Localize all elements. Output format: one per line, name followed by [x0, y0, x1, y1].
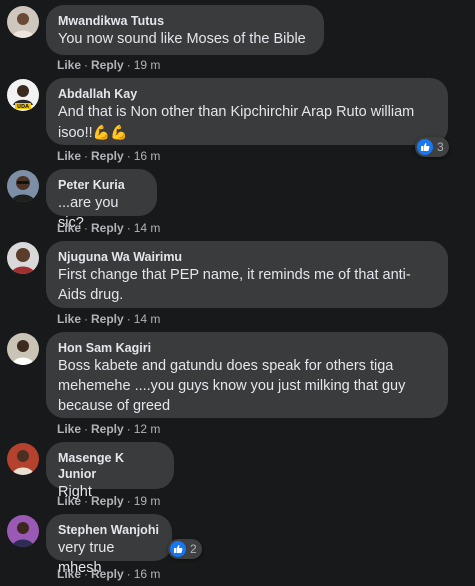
comment-author[interactable]: Hon Sam Kagiri	[58, 340, 436, 356]
reply-button[interactable]: Reply	[91, 422, 124, 436]
comment-bubble: Njuguna Wa Wairimu First change that PEP…	[46, 241, 448, 308]
separator: ·	[126, 494, 131, 508]
comment-author[interactable]: Masenge K Junior	[58, 450, 162, 482]
reply-button[interactable]: Reply	[91, 221, 124, 235]
avatar-badge: UDA	[17, 104, 29, 110]
separator: ·	[126, 221, 131, 235]
separator: ·	[126, 58, 131, 72]
comment-bubble: Mwandikwa Tutus You now sound like Moses…	[46, 5, 324, 55]
thumbs-up-icon	[170, 541, 186, 557]
like-button[interactable]: Like	[57, 58, 81, 72]
like-button[interactable]: Like	[57, 149, 81, 163]
avatar[interactable]	[7, 515, 39, 547]
avatar[interactable]	[7, 170, 39, 202]
comment-bubble: Masenge K Junior Right	[46, 442, 174, 500]
flexed-biceps-emoji: 💪💪	[92, 124, 128, 140]
comment-author[interactable]: Njuguna Wa Wairimu	[58, 249, 436, 265]
comment-timestamp[interactable]: 19 m	[134, 494, 161, 508]
separator: ·	[84, 221, 89, 235]
comment-text: You now sound like Moses of the Bible	[58, 31, 306, 47]
comment-timestamp[interactable]: 16 m	[134, 567, 161, 581]
separator: ·	[84, 312, 89, 326]
reply-button[interactable]: Reply	[91, 494, 124, 508]
avatar[interactable]: UDA	[7, 79, 39, 111]
like-button[interactable]: Like	[57, 494, 81, 508]
comment-timestamp[interactable]: 16 m	[134, 149, 161, 163]
comment-author[interactable]: Peter Kuria	[58, 177, 145, 193]
thumbs-up-icon	[417, 139, 433, 155]
reaction-count-value: 3	[437, 140, 444, 154]
separator: ·	[126, 567, 131, 581]
comment-timestamp[interactable]: 12 m	[134, 422, 161, 436]
comment-timestamp[interactable]: 19 m	[134, 58, 161, 72]
like-button[interactable]: Like	[57, 422, 81, 436]
separator: ·	[84, 149, 89, 163]
avatar[interactable]	[7, 6, 39, 38]
comment-text: Boss kabete and gatundu does speak for o…	[58, 358, 406, 414]
separator: ·	[84, 422, 89, 436]
like-button[interactable]: Like	[57, 567, 81, 581]
comment-text: And that is Non other than Kipchirchir A…	[58, 104, 415, 141]
comment-actions: Like · Reply · 16 m	[57, 148, 160, 164]
reaction-count[interactable]: 2	[168, 539, 202, 559]
separator: ·	[126, 312, 131, 326]
avatar[interactable]	[7, 242, 39, 274]
comment-bubble: Stephen Wanjohi very true mhesh	[46, 514, 172, 576]
separator: ·	[126, 149, 131, 163]
separator: ·	[84, 494, 89, 508]
avatar[interactable]	[7, 443, 39, 475]
comment-actions: Like · Reply · 14 m	[57, 311, 160, 327]
reply-button[interactable]: Reply	[91, 567, 124, 581]
comment-bubble: Abdallah Kay And that is Non other than …	[46, 78, 448, 145]
comment-actions: Like · Reply · 12 m	[57, 421, 160, 437]
reaction-count[interactable]: 3	[415, 137, 449, 157]
like-button[interactable]: Like	[57, 221, 81, 235]
separator: ·	[84, 567, 89, 581]
comment-actions: Like · Reply · 19 m	[57, 493, 160, 509]
comment-timestamp[interactable]: 14 m	[134, 312, 161, 326]
comment-author[interactable]: Abdallah Kay	[58, 86, 436, 102]
reply-button[interactable]: Reply	[91, 58, 124, 72]
comment-author[interactable]: Mwandikwa Tutus	[58, 13, 312, 29]
comments-feed: Mwandikwa Tutus You now sound like Moses…	[0, 0, 475, 586]
separator: ·	[84, 58, 89, 72]
comment-bubble: Peter Kuria ...are you sic?	[46, 169, 157, 231]
reply-button[interactable]: Reply	[91, 149, 124, 163]
comment-bubble: Hon Sam Kagiri Boss kabete and gatundu d…	[46, 332, 448, 418]
avatar[interactable]	[7, 333, 39, 365]
comment-text: First change that PEP name, it reminds m…	[58, 267, 411, 303]
like-button[interactable]: Like	[57, 312, 81, 326]
comment-actions: Like · Reply · 19 m	[57, 57, 160, 73]
comment-timestamp[interactable]: 14 m	[134, 221, 161, 235]
comment-actions: Like · Reply · 14 m	[57, 220, 160, 236]
separator: ·	[126, 422, 131, 436]
comment-actions: Like · Reply · 16 m	[57, 566, 160, 582]
reply-button[interactable]: Reply	[91, 312, 124, 326]
reaction-count-value: 2	[190, 542, 197, 556]
comment-author[interactable]: Stephen Wanjohi	[58, 522, 160, 538]
